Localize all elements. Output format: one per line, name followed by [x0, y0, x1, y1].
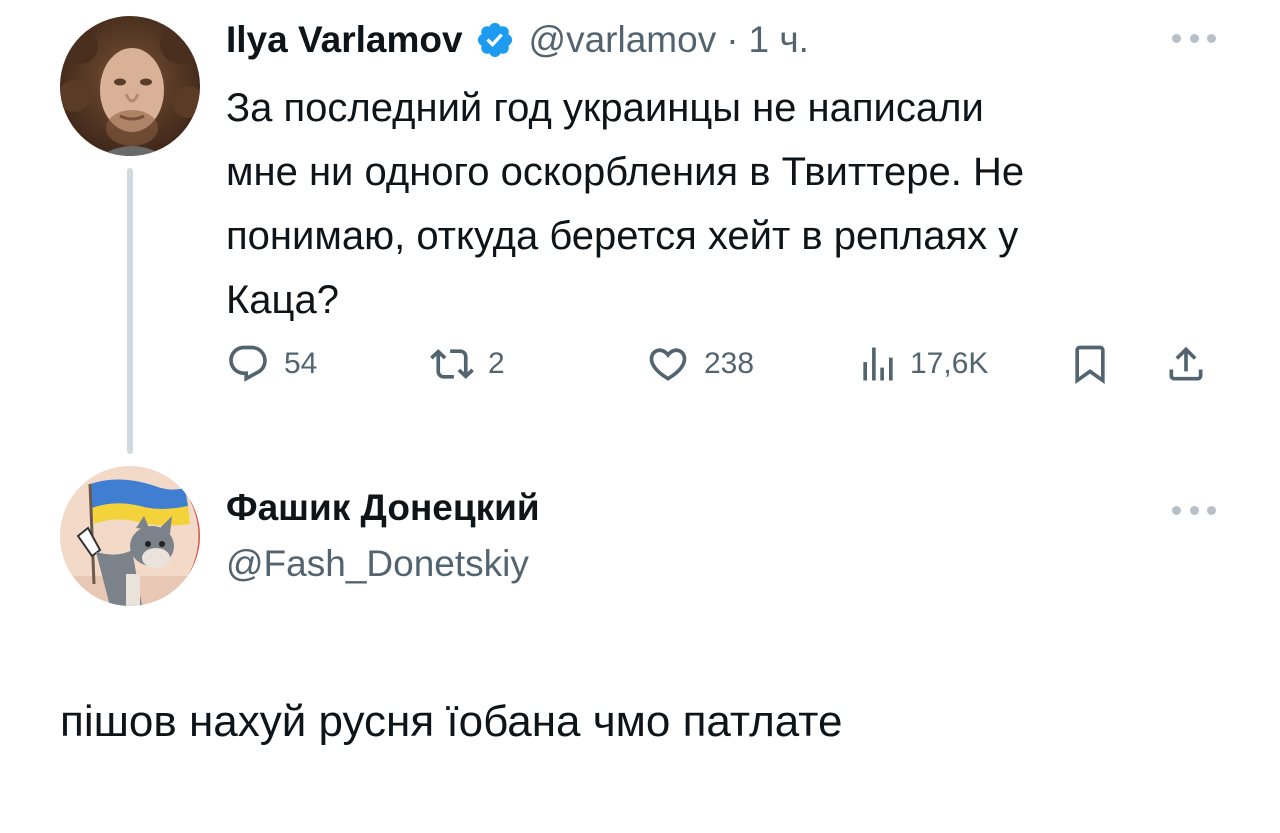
verified-badge-icon: [475, 20, 515, 60]
more-dot: [1189, 33, 1199, 43]
more-dot: [1172, 505, 1181, 515]
reply-count: 54: [284, 347, 318, 380]
author-display-name[interactable]: Ilya Varlamov: [226, 19, 463, 61]
original-tweet: Ilya Varlamov @varlamov · 1 ч. За послед…: [0, 0, 1280, 460]
views-button[interactable]: 17,6K: [856, 338, 988, 390]
view-count: 17,6K: [910, 347, 989, 380]
reply-author-handle[interactable]: @Fash_Donetskiy: [226, 536, 540, 592]
more-options-button[interactable]: [1172, 28, 1216, 48]
more-dot: [1207, 33, 1216, 43]
retweet-count: 2: [488, 347, 505, 380]
reply-author-display-name[interactable]: Фашик Донецкий: [226, 480, 540, 536]
heart-icon: [649, 348, 687, 381]
avatar-portrait-icon: [60, 16, 200, 156]
meta-separator: ·: [726, 19, 739, 60]
avatar-cartoon-cat-flag-icon: [60, 466, 200, 606]
like-button[interactable]: 238: [646, 338, 754, 390]
tweet-action-bar: 54 2 238 17,6K: [226, 338, 1218, 390]
reply-text: пішов нахуй русня їобана чмо патлате: [60, 697, 843, 746]
share-icon: [1169, 346, 1203, 381]
tweet-timestamp[interactable]: 1 ч.: [749, 19, 809, 61]
reply-icon: [229, 345, 267, 382]
reply-header: Фашик Донецкий @Fash_Donetskiy: [226, 480, 540, 592]
tweet-text: За последний год украинцы не написали мн…: [226, 86, 1025, 322]
bookmark-button[interactable]: [1068, 338, 1112, 390]
share-button[interactable]: [1164, 338, 1208, 390]
reply-tweet: Фашик Донецкий @Fash_Donetskiy пішов нах…: [0, 460, 1280, 833]
tweet-header: Ilya Varlamov @varlamov · 1 ч.: [226, 12, 809, 68]
reply-author-avatar[interactable]: [60, 466, 200, 606]
views-chart-icon: [863, 347, 893, 381]
reply-more-options-button[interactable]: [1172, 500, 1216, 520]
reply-button[interactable]: 54: [226, 338, 317, 390]
retweet-icon: [430, 349, 474, 379]
author-handle[interactable]: @varlamov: [529, 19, 717, 61]
more-dot: [1172, 33, 1181, 43]
bookmark-icon: [1075, 345, 1105, 385]
more-dot: [1189, 505, 1199, 515]
author-avatar[interactable]: [60, 16, 200, 156]
retweet-button[interactable]: 2: [430, 338, 505, 390]
thread-connector-line: [127, 168, 133, 454]
more-dot: [1207, 505, 1216, 515]
like-count: 238: [704, 347, 755, 380]
